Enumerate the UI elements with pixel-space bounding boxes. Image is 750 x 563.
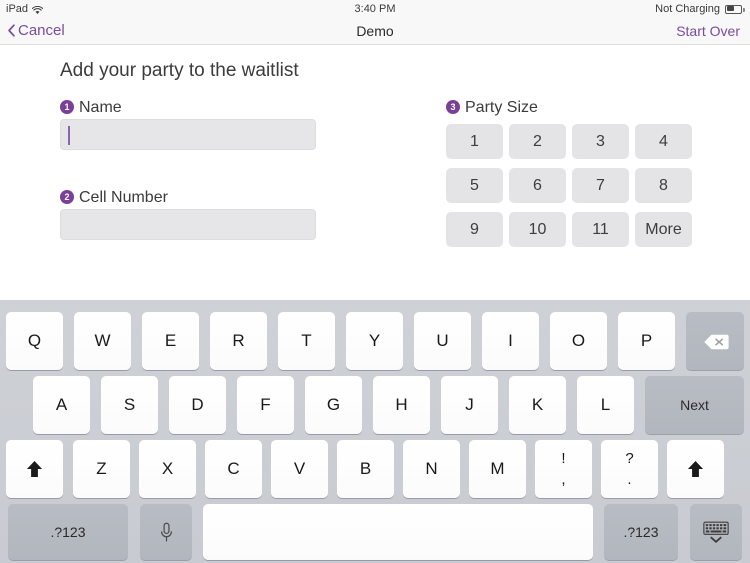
delete-key[interactable] (686, 312, 744, 370)
battery-status-label: Not Charging (655, 3, 720, 15)
key-s[interactable]: S (101, 376, 158, 434)
step-badge-3: 3 (446, 100, 460, 114)
name-field-label: 1 Name (60, 99, 122, 117)
key-g[interactable]: G (305, 376, 362, 434)
keyboard-row-4: .?123 .?123 (0, 504, 750, 560)
key-r[interactable]: R (210, 312, 267, 370)
key-t[interactable]: T (278, 312, 335, 370)
dictation-key[interactable] (140, 504, 192, 560)
key-o[interactable]: O (550, 312, 607, 370)
party-size-label-text: Party Size (465, 99, 538, 116)
party-size-option-1[interactable]: 1 (446, 124, 503, 159)
keyboard-row-1: Q W E R T Y U I O P (0, 312, 750, 370)
key-q[interactable]: Q (6, 312, 63, 370)
return-key[interactable]: Next (645, 376, 744, 434)
key-c[interactable]: C (205, 440, 262, 498)
start-over-button[interactable]: Start Over (676, 23, 740, 39)
key-p[interactable]: P (618, 312, 675, 370)
key-question-period[interactable]: ? . (601, 440, 658, 498)
party-size-option-5[interactable]: 5 (446, 168, 503, 203)
key-n[interactable]: N (403, 440, 460, 498)
party-size-option-7[interactable]: 7 (572, 168, 629, 203)
page-title: Add your party to the waitlist (60, 60, 299, 81)
step-badge-2: 2 (60, 190, 74, 204)
party-size-option-8[interactable]: 8 (635, 168, 692, 203)
party-size-option-more[interactable]: More (635, 212, 692, 247)
key-period-label: . (627, 471, 632, 488)
microphone-icon (160, 522, 173, 543)
key-w[interactable]: W (74, 312, 131, 370)
key-e[interactable]: E (142, 312, 199, 370)
party-size-option-10[interactable]: 10 (509, 212, 566, 247)
key-exclamation-comma[interactable]: ! , (535, 440, 592, 498)
navigation-bar: Cancel Demo Start Over (0, 20, 750, 45)
key-i[interactable]: I (482, 312, 539, 370)
keyboard-row-2: A S D F G H J K L Next (0, 376, 750, 434)
key-l[interactable]: L (577, 376, 634, 434)
key-x[interactable]: X (139, 440, 196, 498)
cell-number-field-label: 2 Cell Number (60, 189, 168, 207)
party-size-option-4[interactable]: 4 (635, 124, 692, 159)
key-k[interactable]: K (509, 376, 566, 434)
party-size-grid: 1 2 3 4 5 6 7 8 9 10 11 More (446, 124, 692, 247)
space-key[interactable] (203, 504, 593, 560)
shift-key-right[interactable] (667, 440, 724, 498)
text-caret (68, 126, 70, 145)
name-label-text: Name (79, 99, 122, 116)
status-bar-right: Not Charging (655, 3, 745, 15)
app-root: iPad 3:40 PM Not Charging Cancel Demo St… (0, 0, 750, 563)
key-b[interactable]: B (337, 440, 394, 498)
key-exclamation-label: ! (561, 450, 566, 467)
key-d[interactable]: D (169, 376, 226, 434)
key-h[interactable]: H (373, 376, 430, 434)
key-j[interactable]: J (441, 376, 498, 434)
party-size-option-6[interactable]: 6 (509, 168, 566, 203)
key-m[interactable]: M (469, 440, 526, 498)
key-v[interactable]: V (271, 440, 328, 498)
form-content: Add your party to the waitlist 1 Name 2 … (0, 46, 750, 331)
numeric-key-left[interactable]: .?123 (8, 504, 128, 560)
step-badge-1: 1 (60, 100, 74, 114)
hide-keyboard-key[interactable] (690, 504, 742, 560)
key-a[interactable]: A (33, 376, 90, 434)
key-z[interactable]: Z (73, 440, 130, 498)
numeric-key-right[interactable]: .?123 (604, 504, 678, 560)
name-input[interactable] (60, 119, 316, 150)
status-bar: iPad 3:40 PM Not Charging (0, 0, 750, 20)
party-size-option-3[interactable]: 3 (572, 124, 629, 159)
key-u[interactable]: U (414, 312, 471, 370)
hide-keyboard-icon (702, 520, 730, 545)
page-title-navbar: Demo (356, 23, 394, 39)
party-size-option-11[interactable]: 11 (572, 212, 629, 247)
shift-arrow-icon (26, 460, 43, 479)
key-f[interactable]: F (237, 376, 294, 434)
cell-number-input[interactable] (60, 209, 316, 240)
key-question-label: ? (625, 450, 634, 467)
party-size-option-2[interactable]: 2 (509, 124, 566, 159)
shift-key-left[interactable] (6, 440, 63, 498)
cell-number-label-text: Cell Number (79, 189, 168, 206)
backspace-icon (703, 333, 729, 350)
party-size-label: 3 Party Size (446, 99, 538, 117)
keyboard-row-3: Z X C V B N M ! , ? . (0, 440, 750, 498)
key-y[interactable]: Y (346, 312, 403, 370)
onscreen-keyboard: Q W E R T Y U I O P A S D F G H J K L Ne… (0, 300, 750, 563)
party-size-option-9[interactable]: 9 (446, 212, 503, 247)
shift-arrow-icon (687, 460, 704, 479)
battery-icon (725, 4, 745, 14)
key-comma-label: , (561, 471, 566, 488)
status-bar-time: 3:40 PM (354, 3, 396, 15)
